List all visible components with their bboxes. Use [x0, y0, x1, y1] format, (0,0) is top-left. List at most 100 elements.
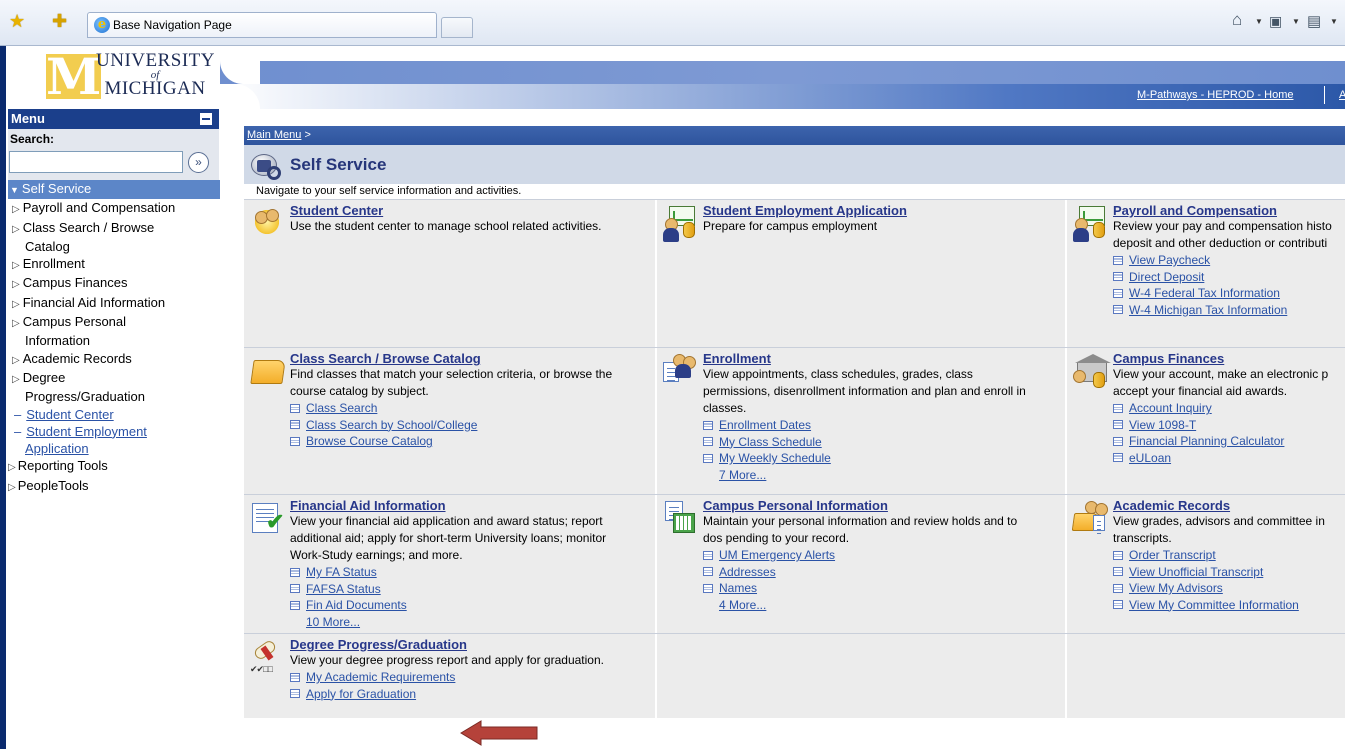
menu-item-campus-personal[interactable]: ▷ Campus Personal — [8, 313, 220, 332]
link-fafsa-status[interactable]: FAFSA Status — [290, 581, 653, 598]
header-next-link[interactable]: A — [1339, 89, 1345, 101]
collapsed-triangle-icon: ▷ — [12, 223, 20, 235]
payroll-link[interactable]: Payroll and Compensation — [1113, 203, 1343, 218]
link-view-1098t[interactable]: View 1098-T — [1113, 417, 1343, 434]
card-financial-aid: ✔ Financial Aid Information View your fi… — [244, 495, 657, 633]
feeds-dropdown-icon[interactable]: ▼ — [1292, 17, 1300, 26]
menu-item-reporting-tools[interactable]: ▷ Reporting Tools — [8, 457, 220, 476]
link-view-paycheck[interactable]: View Paycheck — [1113, 252, 1343, 269]
link-apply-graduation[interactable]: Apply for Graduation — [290, 686, 653, 703]
enrollment-link[interactable]: Enrollment — [703, 351, 1063, 366]
menu-item-campus-personal-cont[interactable]: Information — [8, 332, 220, 349]
page-icon — [1113, 420, 1123, 430]
link-order-transcript[interactable]: Order Transcript — [1113, 547, 1343, 564]
page-icon — [703, 437, 713, 447]
menu-item-enrollment[interactable]: ▷ Enrollment — [8, 255, 220, 274]
browser-tab-active[interactable]: e Base Navigation Page — [87, 12, 437, 38]
print-dropdown-icon[interactable]: ▼ — [1330, 17, 1338, 26]
link-names[interactable]: Names — [703, 580, 1063, 597]
menu-item-self-service[interactable]: ▼ Self Service — [8, 180, 220, 200]
link-more-personal[interactable]: 4 More... — [703, 597, 1063, 613]
feeds-icon[interactable]: ▣ — [1269, 13, 1282, 30]
page-description: Navigate to your self service informatio… — [244, 184, 1345, 199]
degree-progress-link[interactable]: Degree Progress/Graduation — [290, 637, 653, 652]
link-view-advisors[interactable]: View My Advisors — [1113, 580, 1343, 597]
page-icon — [1113, 583, 1123, 593]
link-euloan[interactable]: eULoan — [1113, 450, 1343, 467]
search-go-button[interactable]: » — [188, 152, 209, 173]
link-w4-federal[interactable]: W-4 Federal Tax Information — [1113, 285, 1343, 302]
personal-info-icon — [663, 501, 699, 535]
card-row: Student Center Use the student center to… — [244, 199, 1345, 347]
campus-personal-link[interactable]: Campus Personal Information — [703, 498, 1063, 513]
collapsed-triangle-icon: ▷ — [12, 204, 20, 216]
ie-logo-icon: e — [94, 17, 110, 33]
link-class-search[interactable]: Class Search — [290, 400, 653, 417]
link-weekly-schedule[interactable]: My Weekly Schedule — [703, 450, 1063, 467]
payroll-icon — [1073, 206, 1109, 242]
menu-collapse-icon[interactable] — [200, 113, 212, 125]
link-more-enrollment[interactable]: 7 More... — [703, 467, 1063, 483]
menu-link-student-center[interactable]: – Student Center — [8, 406, 220, 423]
link-fa-status[interactable]: My FA Status — [290, 564, 653, 581]
link-emergency-alerts[interactable]: UM Emergency Alerts — [703, 547, 1063, 564]
link-addresses[interactable]: Addresses — [703, 564, 1063, 581]
collapsed-triangle-icon: ▷ — [8, 481, 16, 493]
link-academic-requirements[interactable]: My Academic Requirements — [290, 669, 653, 686]
page-icon — [1113, 305, 1123, 315]
link-class-search-school[interactable]: Class Search by School/College — [290, 417, 653, 434]
menu-item-academic-records[interactable]: ▷ Academic Records — [8, 350, 220, 369]
page-icon — [1113, 436, 1123, 446]
menu-item-degree[interactable]: ▷ Degree — [8, 369, 220, 388]
new-tab-button[interactable] — [441, 17, 473, 38]
link-w4-michigan[interactable]: W-4 Michigan Tax Information — [1113, 302, 1343, 319]
favorites-star-icon[interactable]: ★ — [9, 11, 29, 31]
left-menu: Menu Search: » ▼ Self Service ▷ Payroll an… — [8, 109, 220, 749]
menu-search-input[interactable] — [9, 151, 183, 173]
menu-header: Menu — [8, 109, 219, 129]
link-direct-deposit[interactable]: Direct Deposit — [1113, 269, 1343, 286]
home-dropdown-icon[interactable]: ▼ — [1255, 17, 1263, 26]
home-icon[interactable]: ⌂ — [1232, 10, 1242, 30]
folder-icon — [250, 354, 286, 388]
page-icon — [1113, 255, 1123, 265]
link-enrollment-dates[interactable]: Enrollment Dates — [703, 417, 1063, 434]
menu-link-student-employment[interactable]: – Student Employment — [8, 423, 220, 440]
page-icon — [703, 550, 713, 560]
menu-link-student-employment-cont[interactable]: Application — [8, 440, 220, 457]
breadcrumb-main-menu[interactable]: Main Menu — [247, 129, 301, 141]
link-fin-aid-documents[interactable]: Fin Aid Documents — [290, 597, 653, 614]
menu-item-campus-finances[interactable]: ▷ Campus Finances — [8, 274, 220, 293]
menu-item-peopletools[interactable]: ▷ PeopleTools — [8, 477, 220, 496]
student-center-link[interactable]: Student Center — [290, 203, 653, 218]
link-committee-info[interactable]: View My Committee Information — [1113, 597, 1343, 614]
search-label: Search: — [10, 132, 55, 146]
browser-toolbar: ★ ✚ e Base Navigation Page ⌂ ▼ ▣ ▼ ▤ ▼ — [0, 0, 1345, 46]
add-favorites-icon[interactable]: ✚ — [52, 11, 72, 31]
menu-item-financial-aid[interactable]: ▷ Financial Aid Information — [8, 294, 220, 313]
print-icon[interactable]: ▤ — [1307, 12, 1321, 30]
link-unofficial-transcript[interactable]: View Unofficial Transcript — [1113, 564, 1343, 581]
menu-item-degree-cont[interactable]: Progress/Graduation — [8, 388, 220, 405]
card-row: Class Search / Browse Catalog Find class… — [244, 347, 1345, 494]
class-search-link[interactable]: Class Search / Browse Catalog — [290, 351, 653, 366]
academic-records-link[interactable]: Academic Records — [1113, 498, 1343, 513]
link-class-schedule[interactable]: My Class Schedule — [703, 434, 1063, 451]
link-browse-catalog[interactable]: Browse Course Catalog — [290, 433, 653, 450]
card-enrollment: Enrollment View appointments, class sche… — [657, 348, 1067, 494]
collapsed-triangle-icon: ▷ — [12, 354, 20, 366]
link-financial-planning[interactable]: Financial Planning Calculator — [1113, 433, 1343, 450]
card-class-search: Class Search / Browse Catalog Find class… — [244, 348, 657, 494]
page-icon — [1113, 550, 1123, 560]
financial-aid-link[interactable]: Financial Aid Information — [290, 498, 653, 513]
student-employment-link[interactable]: Student Employment Application — [703, 203, 1063, 218]
link-more-financial-aid[interactable]: 10 More... — [290, 614, 653, 630]
menu-item-class-search[interactable]: ▷ Class Search / Browse — [8, 219, 220, 238]
campus-finances-link[interactable]: Campus Finances — [1113, 351, 1343, 366]
card-campus-personal: Campus Personal Information Maintain you… — [657, 495, 1067, 633]
menu-item-payroll[interactable]: ▷ Payroll and Compensation — [8, 199, 220, 218]
home-link[interactable]: M-Pathways - HEPROD - Home — [1137, 89, 1293, 101]
menu-item-class-search-cont[interactable]: Catalog — [8, 238, 220, 255]
link-account-inquiry[interactable]: Account Inquiry — [1113, 400, 1343, 417]
card-row: ✔ Financial Aid Information View your fi… — [244, 494, 1345, 633]
